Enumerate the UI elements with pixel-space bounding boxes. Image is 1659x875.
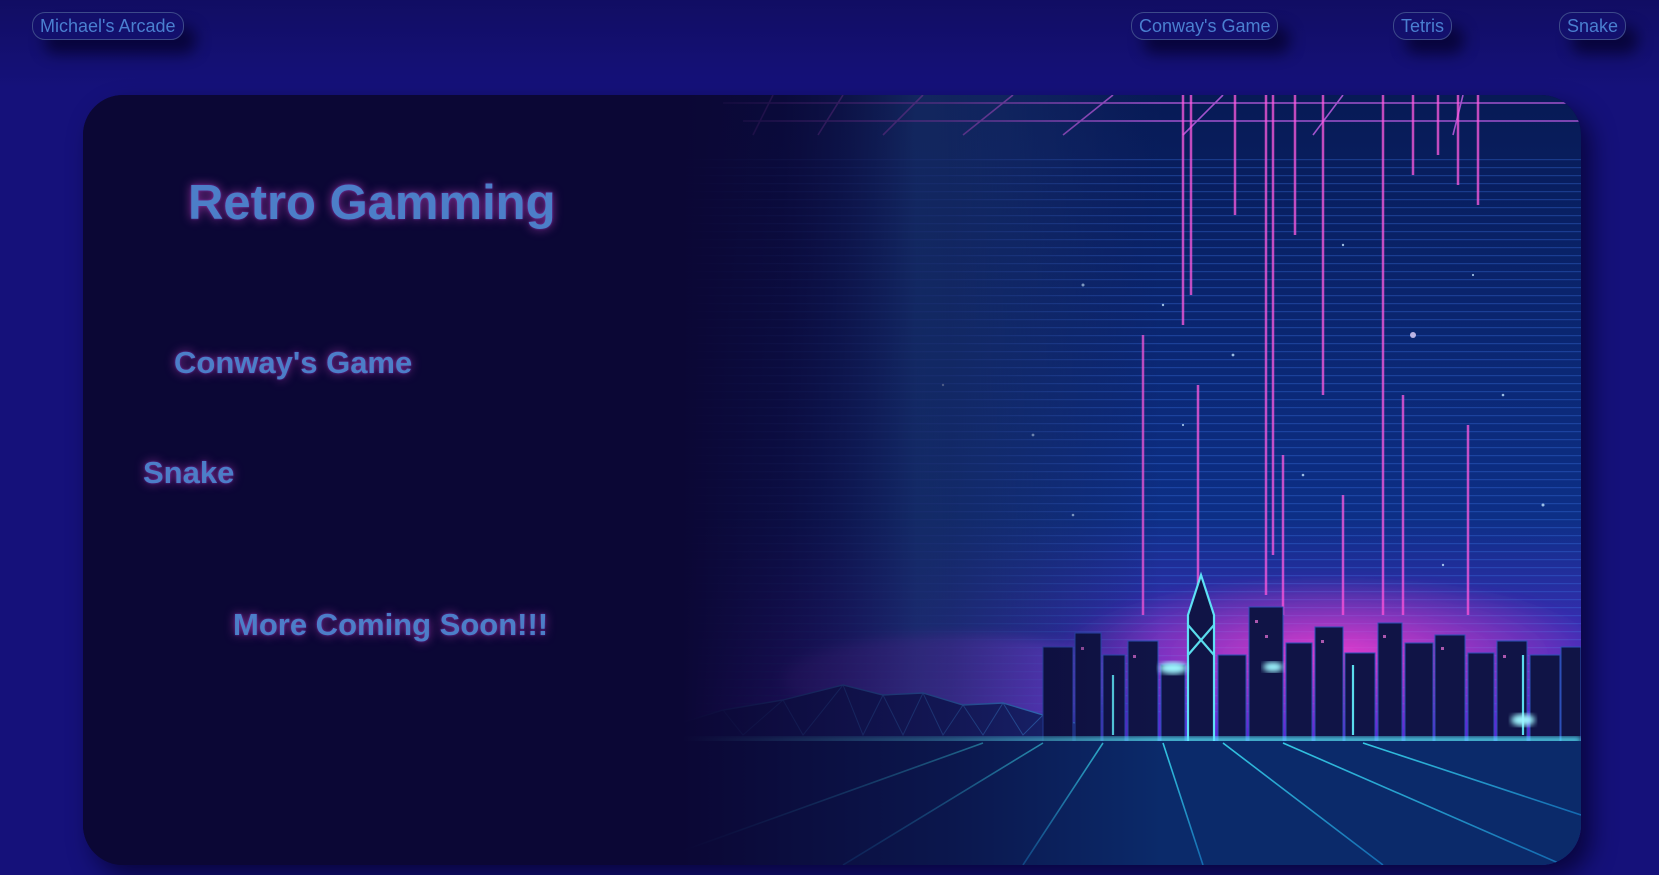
page-title: Retro Gamming [188, 176, 556, 230]
nav-brand-link[interactable]: Michael's Arcade [32, 12, 184, 40]
coming-soon-text: More Coming Soon!!! [233, 607, 549, 642]
conways-game-link[interactable]: Conway's Game [174, 345, 412, 381]
hero-card: Retro Gamming Conway's Game Snake More C… [83, 95, 1581, 865]
nav-tetris-link[interactable]: Tetris [1393, 12, 1453, 40]
snake-game-link[interactable]: Snake [143, 455, 234, 491]
nav-conways-game-link[interactable]: Conway's Game [1131, 12, 1279, 40]
nav-snake-link[interactable]: Snake [1559, 12, 1627, 40]
